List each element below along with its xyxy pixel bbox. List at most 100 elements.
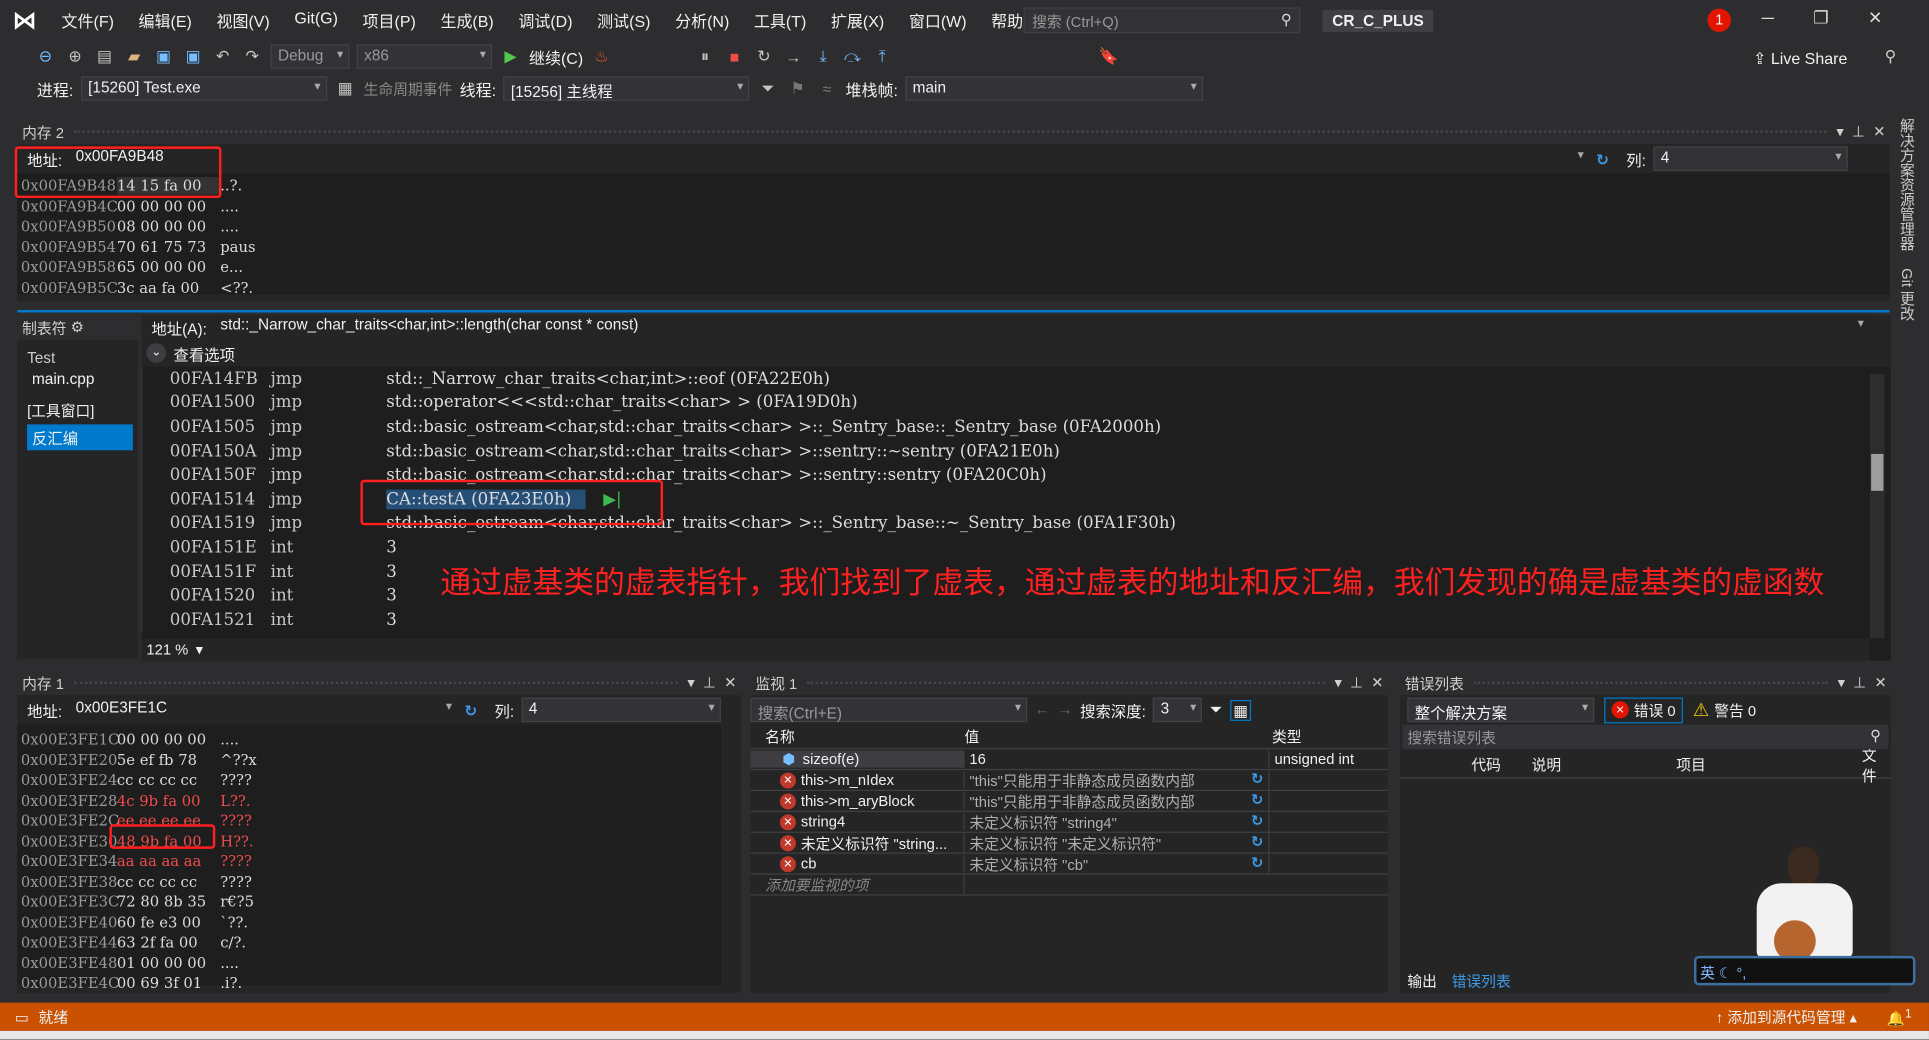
memory-bytes[interactable]: 00 00 00 00 [117, 731, 220, 748]
ime-toolbar[interactable]: 英 ☾ °, [1693, 955, 1916, 986]
menu-item[interactable]: 文件(F) [49, 8, 126, 31]
lifecycle-icon[interactable]: ▦ [334, 79, 356, 99]
column-description[interactable]: 说明 [1532, 754, 1677, 775]
memory-bytes[interactable]: 3c aa fa 00 [117, 279, 220, 296]
menu-item[interactable]: 工具(T) [742, 8, 819, 31]
memory-bytes[interactable]: 00 69 3f 01 [117, 975, 220, 992]
refresh-icon[interactable]: ↻ [1251, 790, 1263, 811]
memory-bytes[interactable]: cc cc cc cc [117, 873, 220, 890]
watch-column-header[interactable]: 类型 [1257, 726, 1355, 747]
hot-reload-icon[interactable]: ♨ [591, 47, 613, 67]
stop-icon[interactable]: ■ [723, 47, 745, 65]
filter-icon[interactable]: ⏷ [757, 79, 779, 99]
memory-bytes[interactable]: 00 00 00 00 [117, 198, 220, 215]
refresh-icon[interactable]: ↻ [1251, 811, 1263, 832]
pin-icon[interactable]: ⊥ [1852, 123, 1865, 140]
forward-icon[interactable]: → [1057, 701, 1072, 718]
view-icon[interactable]: ▦ [1229, 699, 1252, 721]
live-share-button[interactable]: ⇪ Live Share [1753, 49, 1847, 69]
tab-main-cpp[interactable]: main.cpp [17, 367, 138, 387]
zoom-dropdown-icon[interactable]: ▾ [196, 641, 203, 658]
menu-item[interactable]: Git(G) [282, 8, 350, 31]
flag-icon[interactable]: ⚑ [786, 79, 808, 99]
close-icon[interactable]: ✕ [1873, 123, 1885, 140]
step-out-icon[interactable]: ⤒ [871, 47, 893, 67]
step-over-icon[interactable]: ⤼ [842, 47, 864, 67]
refresh-icon[interactable]: ↻ [1251, 832, 1263, 853]
refresh-icon[interactable]: ↻ [464, 701, 477, 719]
menu-item[interactable]: 项目(P) [350, 8, 428, 31]
dropdown-icon[interactable]: ▾ [1836, 123, 1843, 140]
step-into-icon[interactable]: ⤓ [812, 47, 834, 67]
memory-bytes[interactable]: aa aa aa aa [117, 853, 220, 870]
watch-column-header[interactable]: 值 [950, 726, 1258, 747]
save-icon[interactable]: ▣ [153, 47, 175, 67]
watch-column-header[interactable]: 名称 [750, 726, 949, 747]
memory-bytes[interactable]: cc cc cc cc [117, 772, 220, 789]
close-icon[interactable]: ✕ [1874, 674, 1886, 691]
forward-icon[interactable]: ⊕ [64, 47, 86, 67]
git-changes-tab[interactable]: Git 更改 [1897, 268, 1918, 320]
disasm-operand[interactable]: std::operator<<<std::char_traits<char> >… [386, 393, 857, 413]
close-icon[interactable]: ✕ [724, 674, 736, 691]
search-input[interactable]: 搜索 (Ctrl+Q) ⚲ [1023, 7, 1301, 34]
watch-row[interactable]: ✕ cb 未定义标识符 "cb" ↻ [750, 853, 1388, 875]
watch-row[interactable]: ✕ 未定义标识符 "string... 未定义标识符 "未定义标识符" ↻ [750, 832, 1388, 854]
memory-bytes[interactable]: 08 00 00 00 [117, 218, 220, 235]
add-watch-placeholder[interactable]: 添加要监视的项 [750, 874, 965, 895]
close-icon[interactable]: ✕ [1371, 674, 1383, 691]
tab-disassembly[interactable]: 反汇编 [27, 424, 133, 451]
menu-item[interactable]: 调试(D) [506, 8, 585, 31]
stack-frame-select[interactable]: main [905, 76, 1204, 101]
tab-output[interactable]: 输出 [1407, 971, 1437, 992]
show-next-icon[interactable]: → [782, 47, 804, 65]
error-search-input[interactable]: 搜索错误列表 ⚲ [1402, 724, 1889, 750]
source-control-button[interactable]: ↑ 添加到源代码管理 ▴ [1716, 1006, 1857, 1027]
gear-icon[interactable]: ⚙ [71, 319, 84, 336]
scope-select[interactable]: 整个解决方案 [1407, 697, 1595, 723]
disasm-operand[interactable]: std::basic_ostream<char,std::char_traits… [386, 441, 1060, 461]
warnings-filter-button[interactable]: ⚠ 警告 0 [1693, 699, 1756, 721]
watch-search-input[interactable]: 搜索(Ctrl+E) [750, 697, 1028, 723]
restore-button[interactable]: ❐ [1813, 7, 1828, 28]
disasm-operand[interactable]: 3 [386, 538, 397, 558]
process-select[interactable]: [15260] Test.exe [80, 76, 327, 101]
config-select[interactable]: Debug [270, 44, 350, 69]
menu-item[interactable]: 视图(V) [204, 8, 282, 31]
minimize-button[interactable]: ─ [1762, 7, 1774, 28]
pin-icon[interactable]: ⊥ [1350, 674, 1363, 691]
threads-icon[interactable]: ≈ [816, 79, 838, 97]
memory-bytes[interactable]: 63 2f fa 00 [117, 934, 220, 951]
refresh-icon[interactable]: ↻ [1596, 149, 1609, 168]
bookmark-icon[interactable]: 🔖 [1097, 47, 1119, 67]
collapse-icon[interactable]: ⌄ [146, 343, 167, 363]
memory-bytes[interactable]: 5e ef fb 78 [117, 751, 220, 768]
menu-item[interactable]: 窗口(W) [897, 8, 979, 31]
continue-icon[interactable]: ▶ [499, 47, 521, 67]
redo-icon[interactable]: ↷ [241, 47, 263, 67]
memory-bytes[interactable]: 70 61 75 73 [117, 238, 220, 255]
memory-bytes[interactable]: 60 fe e3 00 [117, 914, 220, 931]
refresh-icon[interactable]: ↻ [1251, 769, 1263, 790]
open-icon[interactable]: ▰ [123, 47, 145, 67]
dropdown-icon[interactable]: ▾ [687, 674, 694, 691]
close-button[interactable]: ✕ [1868, 7, 1882, 28]
disasm-operand[interactable]: 3 [386, 562, 397, 582]
add-watch-row[interactable]: 添加要监视的项 [750, 874, 1388, 896]
memory-bytes[interactable]: 65 00 00 00 [117, 259, 220, 276]
memory-bytes[interactable]: 01 00 00 00 [117, 954, 220, 971]
thread-select[interactable]: [15256] 主线程 [503, 76, 750, 101]
depth-select[interactable]: 3 [1153, 697, 1203, 723]
address-input[interactable]: 0x00FA9B48 [69, 146, 1589, 171]
menu-item[interactable]: 测试(S) [585, 8, 663, 31]
memory-bytes[interactable]: 4c 9b fa 00 [117, 792, 220, 809]
column-project[interactable]: 项目 [1676, 754, 1862, 775]
pause-icon[interactable]: ⏸ [694, 47, 716, 67]
column-code[interactable]: 代码 [1471, 754, 1531, 775]
view-options[interactable]: 查看选项 [173, 341, 235, 364]
notification-badge[interactable]: 1 [1707, 8, 1731, 32]
columns-select[interactable]: 4 [521, 697, 721, 723]
menu-item[interactable]: 编辑(E) [126, 8, 204, 31]
lifecycle-events[interactable]: 生命周期事件 [364, 78, 453, 99]
refresh-icon[interactable]: ↻ [1251, 853, 1263, 874]
